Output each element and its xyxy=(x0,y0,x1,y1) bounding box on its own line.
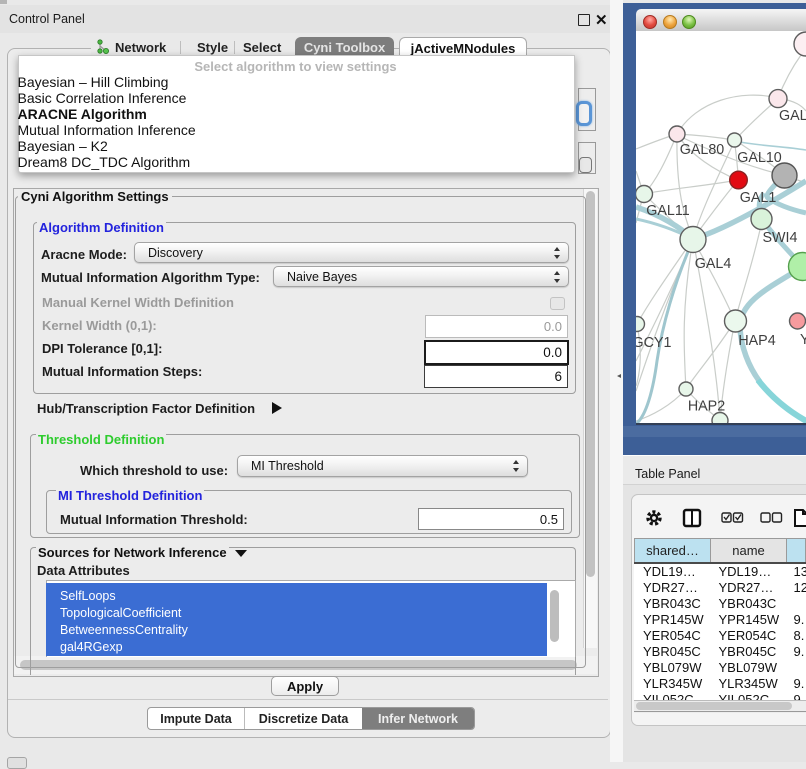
svg-text:GAL2: GAL2 xyxy=(779,108,806,124)
svg-text:SWI4: SWI4 xyxy=(763,230,798,246)
svg-text:GAL11: GAL11 xyxy=(646,203,689,219)
svg-text:GAL4: GAL4 xyxy=(695,256,732,272)
svg-text:HAP2: HAP2 xyxy=(688,399,725,415)
svg-text:GAL1: GAL1 xyxy=(740,190,777,206)
svg-text:HAP4: HAP4 xyxy=(738,333,775,349)
svg-text:GAL80: GAL80 xyxy=(680,142,725,158)
svg-text:YJ: YJ xyxy=(800,332,806,348)
svg-text:GCY1: GCY1 xyxy=(636,335,672,351)
svg-text:GAL10: GAL10 xyxy=(737,150,782,166)
